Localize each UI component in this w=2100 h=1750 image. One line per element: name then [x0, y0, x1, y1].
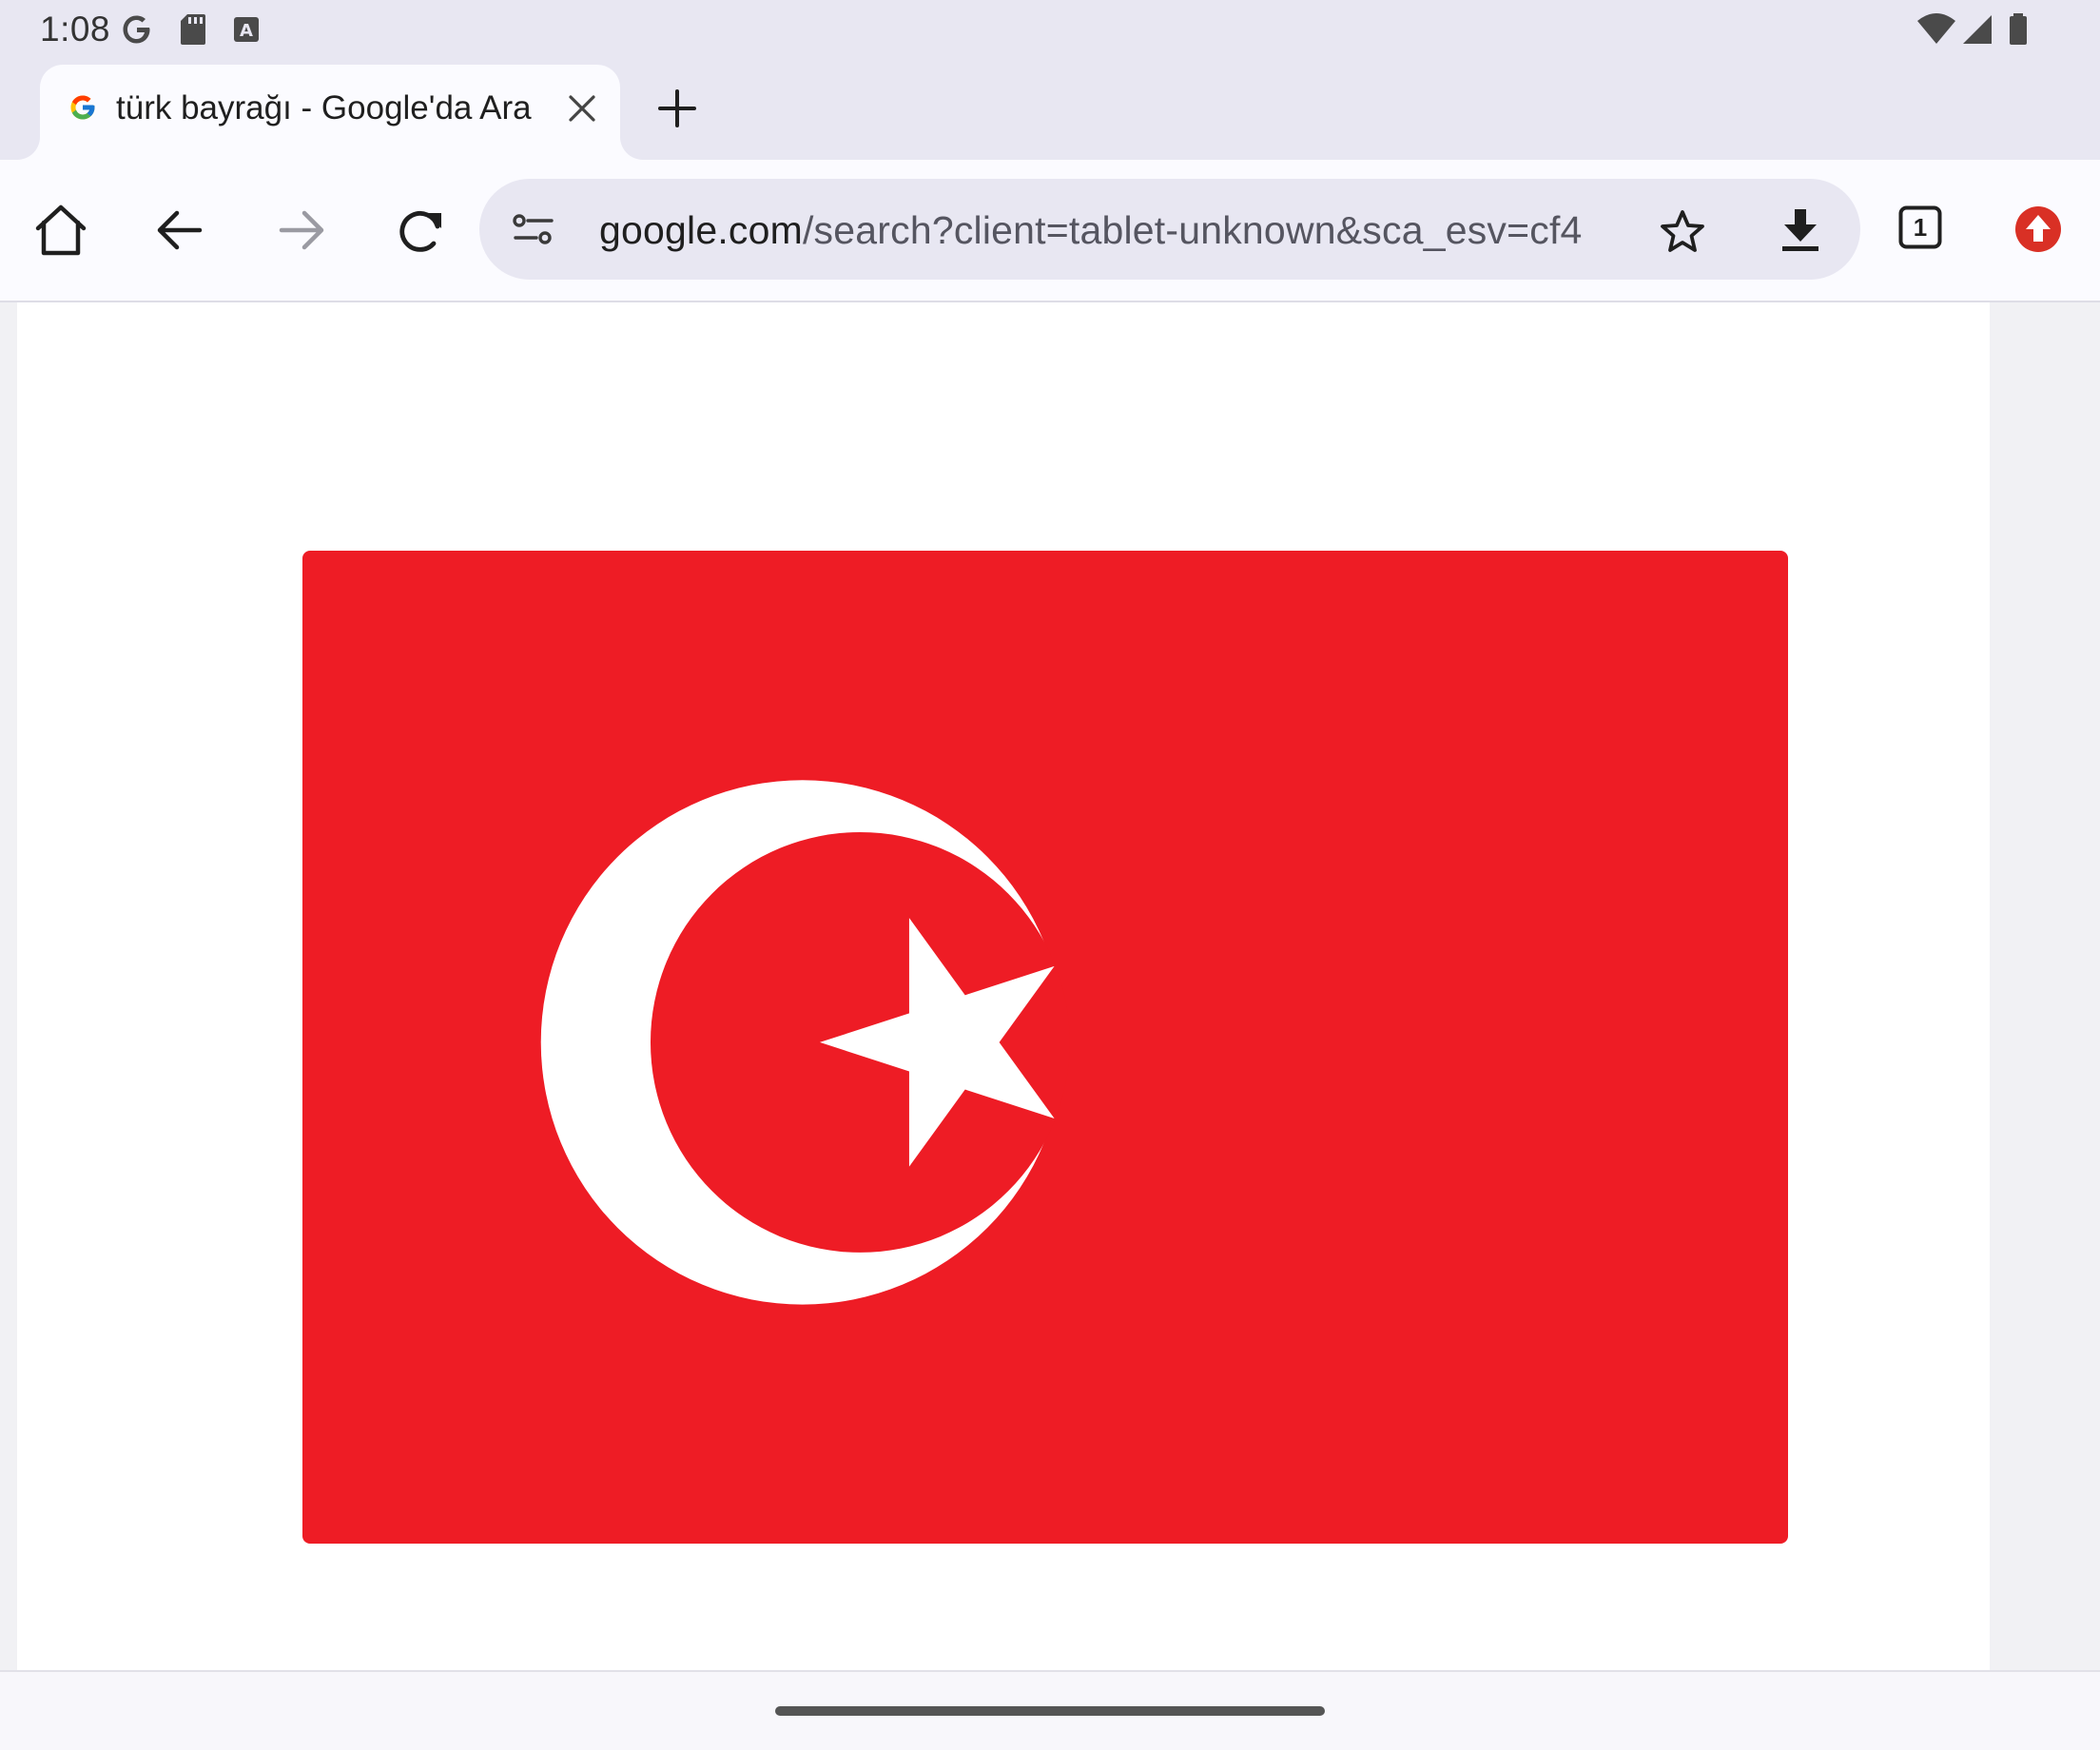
battery-icon	[2010, 13, 2027, 45]
back-icon[interactable]	[150, 200, 211, 261]
svg-text:A: A	[240, 21, 253, 41]
status-bar: 1:08 A	[0, 0, 2100, 61]
reload-icon[interactable]	[390, 200, 451, 261]
page-area[interactable]	[17, 302, 1990, 1670]
status-time: 1:08	[40, 10, 111, 49]
site-settings-icon[interactable]	[512, 211, 555, 249]
close-tab-icon[interactable]	[565, 91, 599, 126]
tab-active[interactable]: türk bayrağı - Google'da Ara	[40, 65, 620, 160]
omnibox[interactable]: google.com/search?client=tablet-unknown&…	[479, 179, 1860, 280]
signal-icon	[1963, 15, 1992, 44]
navigation-bar	[0, 1670, 2100, 1750]
tab-switcher-button[interactable]: 1	[1898, 205, 1942, 249]
browser-toolbar: google.com/search?client=tablet-unknown&…	[0, 160, 2100, 302]
url-path: /search?client=tablet-unknown&sca_esv=cf…	[802, 208, 1583, 252]
url-domain: google.com	[599, 208, 803, 252]
web-content	[0, 302, 2100, 1670]
tab-title: türk bayrağı - Google'da Ara	[116, 89, 532, 126]
bookmark-star-icon[interactable]	[1659, 207, 1706, 255]
url-text[interactable]: google.com/search?client=tablet-unknown&…	[599, 208, 1583, 253]
android-browser-screen: 1:08 A türk bayrağı - Google'da Ara goog…	[0, 0, 2100, 1750]
turkish-flag-image[interactable]	[302, 551, 1788, 1544]
tab-count: 1	[1913, 213, 1928, 242]
home-gesture-handle[interactable]	[775, 1706, 1325, 1716]
wifi-icon	[1917, 13, 1955, 44]
google-icon	[70, 95, 95, 120]
home-icon[interactable]	[30, 200, 91, 261]
tab-strip: türk bayrağı - Google'da Ara	[0, 61, 2100, 160]
forward-icon[interactable]	[270, 200, 331, 261]
update-icon[interactable]	[2014, 205, 2062, 253]
download-icon[interactable]	[1777, 205, 1824, 255]
google-g-icon	[123, 15, 150, 44]
new-tab-plus-icon[interactable]	[651, 82, 704, 135]
keyboard-a-icon: A	[234, 17, 259, 42]
sd-card-icon	[181, 14, 205, 45]
